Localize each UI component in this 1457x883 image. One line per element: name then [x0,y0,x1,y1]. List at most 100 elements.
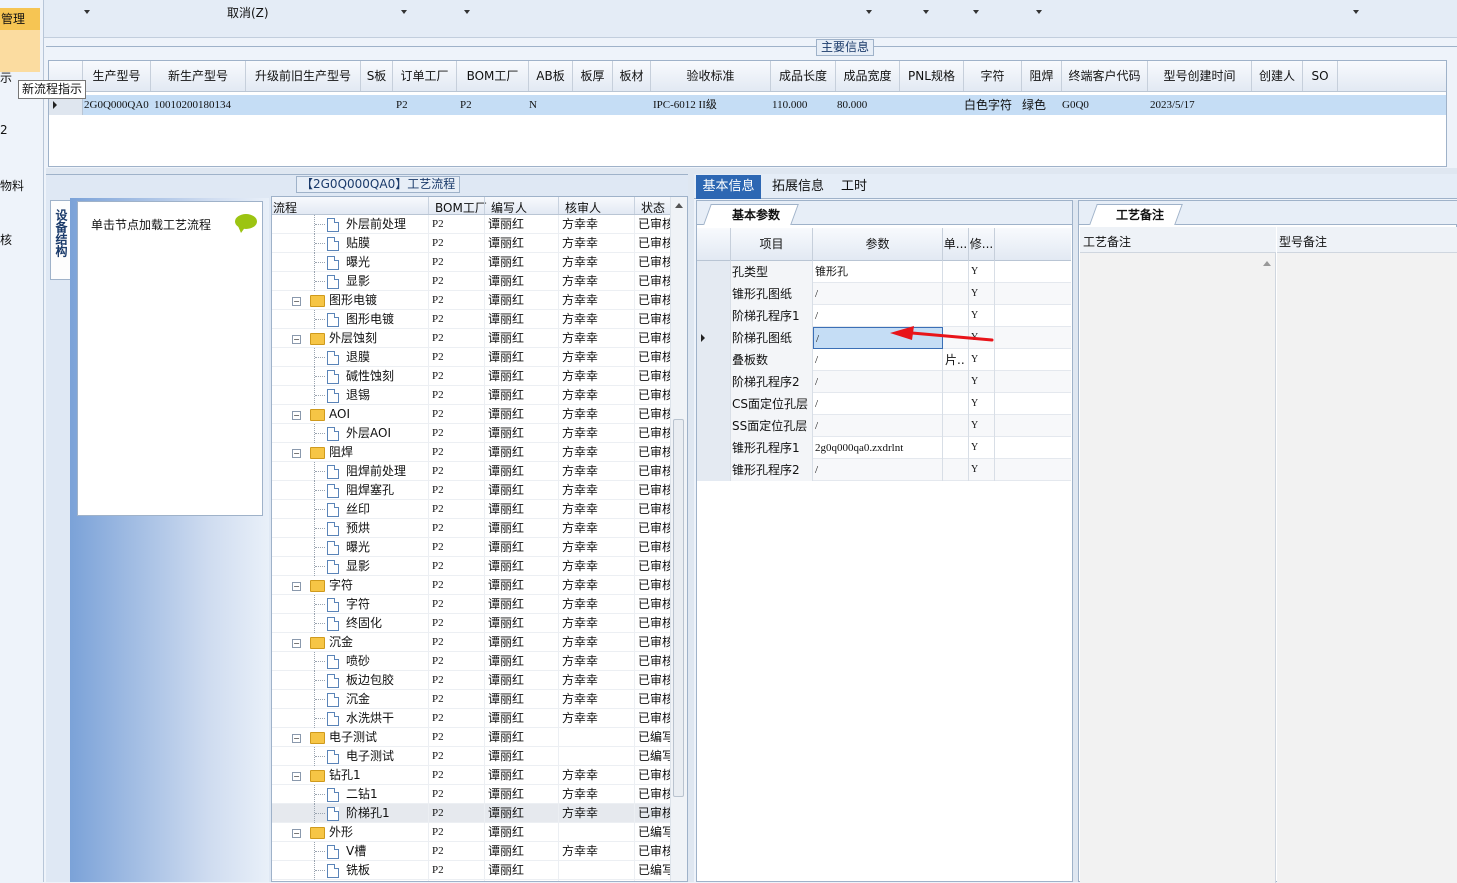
param-row[interactable]: 锥形孔程序1 2g0q000qa0.zxdrlnt Y [697,437,1071,459]
col-header-item[interactable]: 项目 [731,228,813,261]
param-value[interactable]: / [813,371,943,393]
tree-row[interactable]: − 字符 P2 谭丽红 方幸幸 已审核 [272,576,670,595]
col-header-writer[interactable]: 编写人 [491,199,527,216]
cancel-menu-item[interactable]: 取消(Z) [227,4,269,21]
tab-work-hours[interactable]: 工时 [834,175,874,199]
tree-row[interactable]: 曝光 P2 谭丽红 方幸幸 已审核 [272,538,670,557]
col-header-bom[interactable]: BOM工厂 [435,199,487,216]
cell-bom-factory[interactable]: P2 [457,95,529,115]
cell-create-time[interactable]: 2023/5/17 [1147,95,1251,115]
table-row[interactable]: 2G0Q000QA0 10010200180134 P2 P2 N IPC-60… [49,95,1446,115]
tree-row[interactable]: 曝光 P2 谭丽红 方幸幸 已审核 [272,253,670,272]
col-header-material[interactable]: 板材 [613,61,651,91]
collapse-icon[interactable]: − [292,335,301,344]
col-header-reviewer[interactable]: 核审人 [565,199,601,216]
cell-new-model[interactable]: 10010200180134 [151,95,246,115]
param-row[interactable]: CS面定位孔层 / Y [697,393,1071,415]
tree-row[interactable]: 退膜 P2 谭丽红 方幸幸 已审核 [272,348,670,367]
col-header-so[interactable]: SO [1303,61,1338,91]
tree-row[interactable]: 丝印 P2 谭丽红 方幸幸 已审核 [272,500,670,519]
tree-row[interactable]: 图形电镀 P2 谭丽红 方幸幸 已审核 [272,310,670,329]
col-header-status[interactable]: 状态 [641,199,665,216]
col-header-pnl[interactable]: PNL规格 [900,61,964,91]
col-header-char[interactable]: 字符 [964,61,1022,91]
col-header-old-model[interactable]: 升级前旧生产型号 [246,61,361,91]
col-header-production-model[interactable]: 生产型号 [83,61,151,91]
tree-row[interactable]: 外层前处理 P2 谭丽红 方幸幸 已审核 [272,215,670,234]
tree-row[interactable]: 字符 P2 谭丽红 方幸幸 已审核 [272,595,670,614]
cell-solder[interactable]: 绿色 [1019,95,1059,115]
col-header-length[interactable]: 成品长度 [771,61,836,91]
dropdown-arrow-icon[interactable] [923,10,929,14]
dropdown-arrow-icon[interactable] [866,10,872,14]
cell-ab-board[interactable]: N [526,95,570,115]
tree-row[interactable]: 阶梯孔1 P2 谭丽红 方幸幸 已审核 [272,804,670,823]
collapse-icon[interactable]: − [292,411,301,420]
sidebar-item-material[interactable]: 物料 [0,177,24,194]
tree-row[interactable]: 二钻1 P2 谭丽红 方幸幸 已审核 [272,785,670,804]
param-value[interactable]: / [813,393,943,415]
col-header-customer-code[interactable]: 终端客户代码 [1062,61,1148,91]
param-row[interactable]: 阶梯孔程序2/ Y [697,371,1071,393]
tree-row[interactable]: − 外形 P2 谭丽红 已编写 [272,823,670,842]
sidebar-item-review[interactable]: 核 [0,231,12,248]
param-row[interactable]: 叠板数 / 片.. Y [697,349,1071,371]
col-header-flow[interactable]: 流程 [273,199,297,216]
tree-row[interactable]: 碱性蚀刻 P2 谭丽红 方幸幸 已审核 [272,367,670,386]
dropdown-arrow-icon[interactable] [973,10,979,14]
vertical-splitter[interactable] [688,174,694,882]
col-header-unit[interactable]: 单... [943,228,969,261]
tab-extended-info[interactable]: 拓展信息 [768,175,828,199]
tree-row[interactable]: 预烘 P2 谭丽红 方幸幸 已审核 [272,519,670,538]
process-remarks-box[interactable]: 工艺备注 [1080,227,1276,883]
col-header-s-board[interactable]: S板 [361,61,393,91]
dropdown-arrow-icon[interactable] [84,10,90,14]
tree-row[interactable]: 外层AOI P2 谭丽红 方幸幸 已审核 [272,424,670,443]
tree-row[interactable]: − AOI P2 谭丽红 方幸幸 已审核 [272,405,670,424]
cell-length[interactable]: 110.000 [769,95,834,115]
tree-row[interactable]: − 外层蚀刻 P2 谭丽红 方幸幸 已审核 [272,329,670,348]
tree-row[interactable]: 水洗烘干 P2 谭丽红 方幸幸 已审核 [272,709,670,728]
param-value[interactable]: / [813,459,943,481]
tree-scrollbar[interactable] [670,197,687,881]
tree-row[interactable]: 喷砂 P2 谭丽红 方幸幸 已审核 [272,652,670,671]
scroll-up-icon[interactable] [675,203,683,208]
dropdown-arrow-icon[interactable] [401,10,407,14]
sidebar-item-manage[interactable]: 管理 [0,8,40,30]
col-header-order-factory[interactable]: 订单工厂 [393,61,457,91]
tree-row[interactable]: 显影 P2 谭丽红 方幸幸 已审核 [272,557,670,576]
tree-row[interactable]: 终固化 P2 谭丽红 方幸幸 已审核 [272,614,670,633]
tree-row[interactable]: − 电子测试 P2 谭丽红 已编写 [272,728,670,747]
sidebar-item-2[interactable]: 2 [0,123,8,137]
tab-basic-info[interactable]: 基本信息 [696,175,761,199]
collapse-icon[interactable]: − [292,772,301,781]
tree-row[interactable]: − 阻焊 P2 谭丽红 方幸幸 已审核 [272,443,670,462]
param-value[interactable]: 锥形孔 [813,261,943,283]
tree-row[interactable]: 电子测试 P2 谭丽红 已编写 [272,747,670,766]
cell-char[interactable]: 白色字符 [961,95,1021,115]
collapse-icon[interactable]: − [292,582,301,591]
col-header-modify[interactable]: 修... [969,228,995,261]
cell-production-model[interactable]: 2G0Q000QA0 [81,95,153,115]
param-row[interactable]: SS面定位孔层 / Y [697,415,1071,437]
tree-row[interactable]: 沉金 P2 谭丽红 方幸幸 已审核 [272,690,670,709]
tree-row[interactable]: 铣板 P2 谭丽红 已编写 [272,861,670,880]
tree-row[interactable]: 退锡 P2 谭丽红 方幸幸 已审核 [272,386,670,405]
param-value[interactable]: / [813,349,943,371]
tree-row[interactable]: 板边包胶 P2 谭丽红 方幸幸 已审核 [272,671,670,690]
cell-order-factory[interactable]: P2 [393,95,457,115]
scroll-up-icon[interactable] [1263,261,1271,266]
collapse-icon[interactable]: − [292,639,301,648]
param-row[interactable]: 孔类型 锥形孔 Y [697,261,1071,283]
tree-row[interactable]: 贴膜 P2 谭丽红 方幸幸 已审核 [272,234,670,253]
tree-row[interactable]: − 图形电镀 P2 谭丽红 方幸幸 已审核 [272,291,670,310]
dropdown-arrow-icon[interactable] [1353,10,1359,14]
cell-acceptance[interactable]: IPC-6012 II级 [650,95,770,115]
tree-row[interactable]: 显影 P2 谭丽红 方幸幸 已审核 [272,272,670,291]
tree-row[interactable]: 阻焊前处理 P2 谭丽红 方幸幸 已审核 [272,462,670,481]
col-header-create-time[interactable]: 型号创建时间 [1148,61,1252,91]
col-header-bom-factory[interactable]: BOM工厂 [457,61,529,91]
param-value[interactable]: / [813,415,943,437]
collapse-icon[interactable]: − [292,297,301,306]
param-row[interactable]: 锥形孔图纸 / Y [697,283,1071,305]
